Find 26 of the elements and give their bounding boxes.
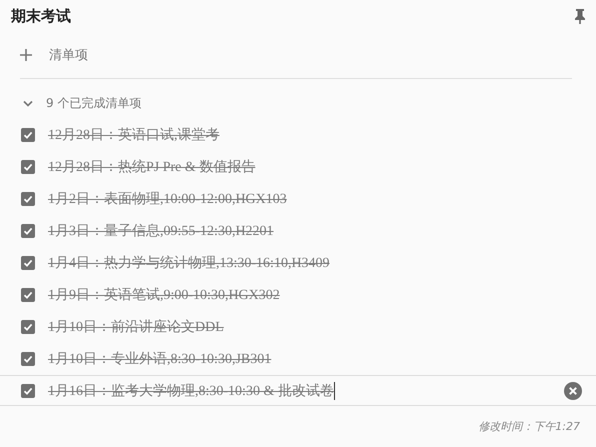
checkbox[interactable] [21, 256, 35, 270]
list-item-text[interactable]: 1月10日：前沿讲座论文DDL [48, 318, 582, 336]
list-item-text[interactable]: 12月28日：热统PJ Pre & 数值报告 [48, 158, 582, 176]
clear-icon[interactable] [564, 382, 582, 400]
checkbox[interactable] [21, 384, 35, 398]
list-item-text[interactable]: 1月10日：专业外语,8:30-10:30,JB301 [48, 350, 582, 368]
checkbox[interactable] [21, 320, 35, 334]
plus-icon [20, 49, 32, 61]
checkbox[interactable] [21, 128, 35, 142]
checkbox[interactable] [21, 288, 35, 302]
list-item-text[interactable]: 1月3日：量子信息,09:55-12:30,H2201 [48, 222, 582, 240]
edited-time: 修改时间：下午1:27 [478, 419, 580, 434]
checkbox[interactable] [21, 160, 35, 174]
list-item-input[interactable]: 清单项 [47, 46, 251, 64]
completed-items-label[interactable]: 9 个已完成清单项 [46, 94, 142, 112]
checkbox[interactable] [21, 224, 35, 238]
list-item-text[interactable]: 12月28日：英语口试,课堂考 [48, 126, 582, 144]
list-item-text[interactable]: 1月4日：热力学与统计物理,13:30-16:10,H3409 [48, 254, 582, 272]
list-item-text[interactable]: 1月16日：监考大学物理,8:30-10:30 & 批改试卷 [48, 382, 335, 400]
chevron-down-icon[interactable] [23, 100, 33, 106]
checkbox[interactable] [21, 352, 35, 366]
list-item-text[interactable]: 1月2日：表面物理,10:00-12:00,HGX103 [48, 190, 582, 208]
note-title[interactable]: 期末考试 [11, 6, 71, 26]
pin-icon[interactable] [574, 8, 586, 24]
checkbox[interactable] [21, 192, 35, 206]
list-item-text[interactable]: 1月9日：英语笔试,9:00-10:30,HGX302 [48, 286, 582, 304]
